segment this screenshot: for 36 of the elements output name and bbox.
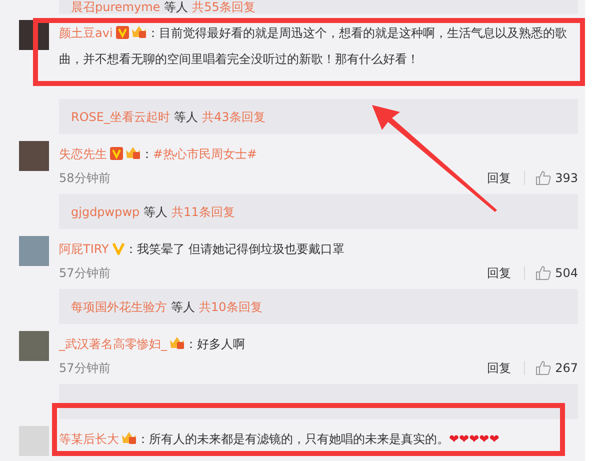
reply-users-link[interactable]: 每项国外花生验方 — [71, 298, 167, 316]
thumbs-up-icon[interactable] — [535, 170, 552, 186]
comment-time: 57分钟前 — [59, 265, 110, 282]
thumbs-up-icon[interactable] — [535, 265, 552, 281]
reply-users-suffix: 等人 — [164, 0, 188, 14]
reply-users-suffix: 等人 — [174, 108, 198, 126]
comment-time: 58分钟前 — [59, 170, 110, 187]
comment-text: 阿屁TIRY ：我笑晕了 但请她记得倒垃圾也要戴口罩 — [59, 241, 346, 258]
reply-count-link[interactable]: 共10条回复 — [199, 298, 262, 316]
comment-time: 57分钟前 — [59, 360, 110, 377]
like-count: 504 — [555, 265, 578, 282]
reply-users-link[interactable]: gjgdpwpwp — [71, 202, 140, 220]
reply-count-link[interactable]: 共55条回复 — [192, 0, 256, 14]
comment-text: 等某后长大 ：所有人的未来都是有滤镜的，只有她唱的未来是真实的。❤❤❤❤❤ — [59, 430, 500, 448]
reply-link[interactable]: 回复 — [487, 359, 512, 377]
username-link[interactable]: 颜土豆avi — [59, 26, 113, 40]
comment-text: _武汉著名高零惨妇_ ：好多人啊 — [59, 335, 246, 353]
like-count: 393 — [555, 170, 578, 187]
reply-link[interactable]: 回复 — [487, 264, 512, 282]
username-link[interactable]: 阿屁TIRY — [59, 242, 109, 256]
username-link[interactable]: 等某后长大 — [59, 432, 119, 446]
reply-count-link[interactable]: 共43条回复 — [202, 108, 266, 126]
reply-users-suffix: 等人 — [171, 298, 195, 316]
like-count: 267 — [555, 360, 578, 377]
hearts-emoji: ❤❤❤❤❤ — [449, 432, 500, 446]
comment-text: 颜土豆avi ：目前觉得最好看的就是周迅这个，想看的就是这种啊，生活气息以及熟悉的歌曲，并不想看无聊的空间里唱着完全没听过的新歌！那有什么好看！ — [59, 24, 568, 68]
username-link[interactable]: _武汉著名高零惨妇_ — [59, 337, 167, 351]
reply-users-suffix: 等人 — [144, 204, 168, 220]
reply-link[interactable]: 回复 — [487, 169, 512, 187]
topic-link[interactable]: #热心市民周女士# — [153, 147, 258, 161]
reply-users-link[interactable]: ROSE_坐看云起时 — [71, 108, 170, 126]
reply-count-link[interactable]: 共11条回复 — [172, 202, 235, 220]
reply-users-link[interactable]: 晨召puremyme — [71, 0, 160, 14]
comment-text: 失恋先生 ：#热心市民周女士# — [59, 145, 258, 163]
username-link[interactable]: 失恋先生 — [59, 147, 107, 161]
thumbs-up-icon[interactable] — [535, 360, 552, 376]
